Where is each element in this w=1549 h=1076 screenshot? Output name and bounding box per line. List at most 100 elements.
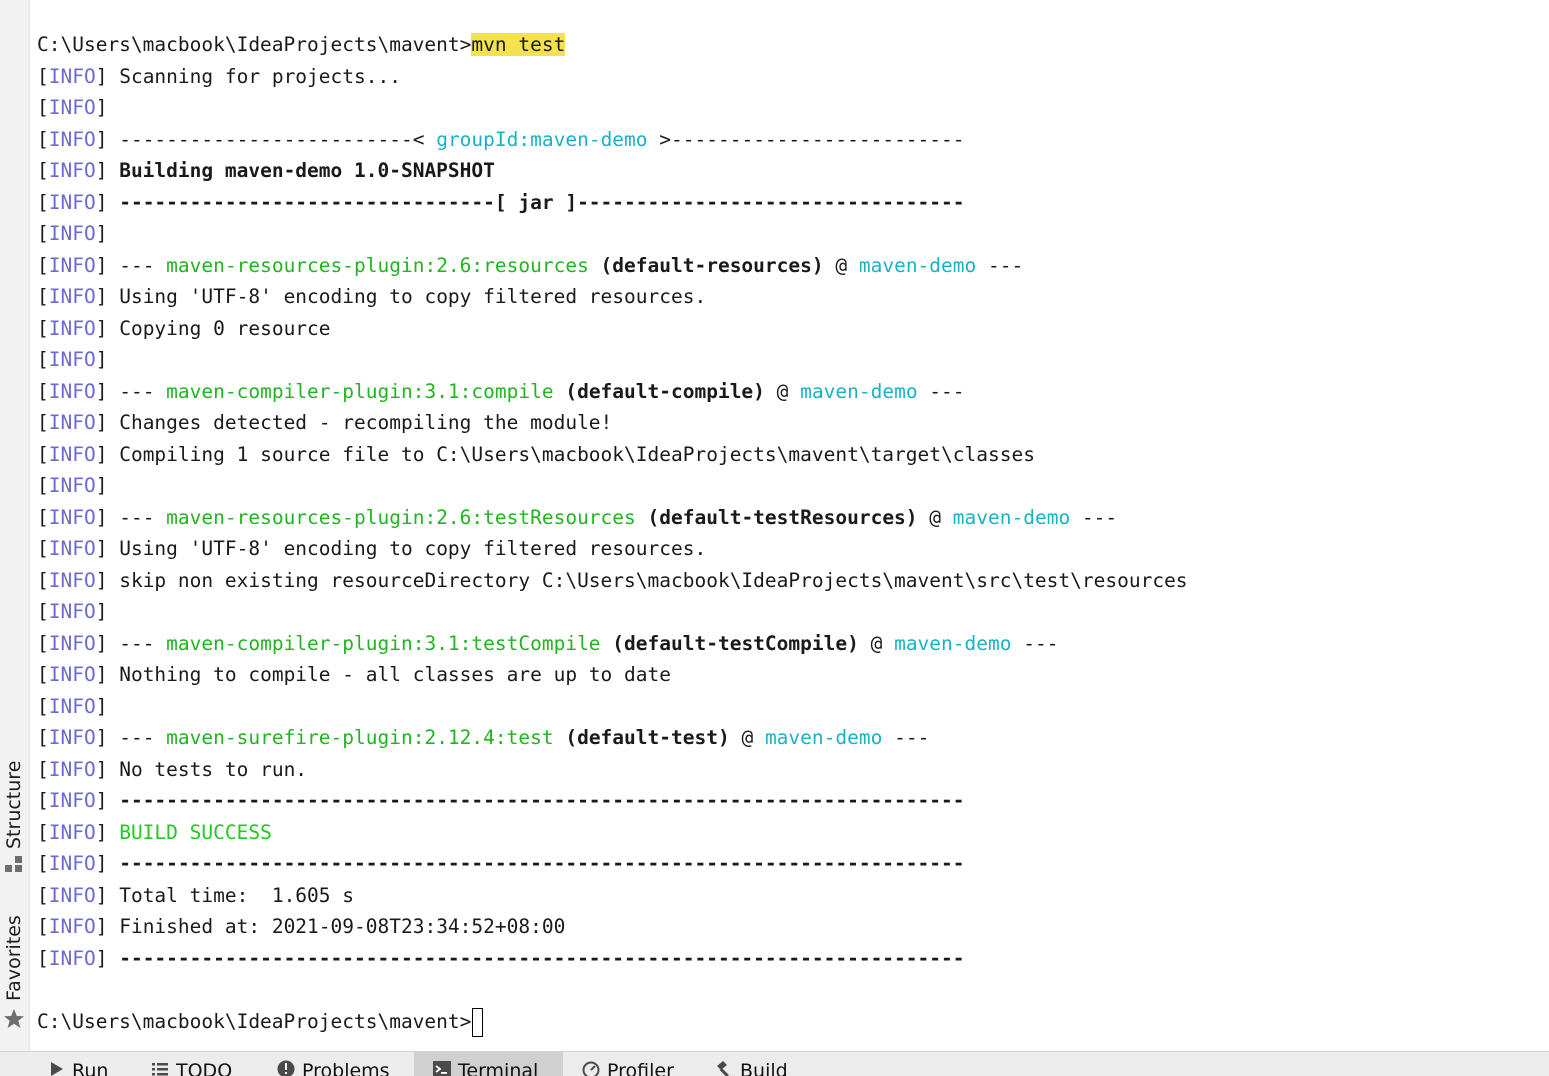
tab-terminal-label: Terminal xyxy=(458,1052,538,1076)
building-text: Building maven-demo 1.0-SNAPSHOT xyxy=(119,159,495,182)
log-text: Using 'UTF-8' encoding to copy filtered … xyxy=(107,537,706,560)
terminal-output[interactable]: C:\Users\macbook\IdeaProjects\mavent>mvn… xyxy=(37,29,1549,1037)
favorites-tab[interactable]: Favorites xyxy=(0,913,29,1038)
info-tag: INFO xyxy=(49,758,96,781)
log-text: skip non existing resourceDirectory C:\U… xyxy=(107,569,1187,592)
info-tag: INFO xyxy=(49,128,96,151)
info-tag: INFO xyxy=(49,821,96,844)
goal-text: (default-resources) xyxy=(589,254,824,277)
info-tag: INFO xyxy=(49,159,96,182)
log-text: Changes detected - recompiling the modul… xyxy=(107,411,612,434)
group-id-text: groupId:maven-demo xyxy=(436,128,647,151)
prompt-line[interactable]: C:\Users\macbook\IdeaProjects\mavent> xyxy=(37,1006,1549,1038)
log-line: [INFO] ---------------------------------… xyxy=(37,943,1549,975)
info-tag: INFO xyxy=(49,222,96,245)
info-tag: INFO xyxy=(49,411,96,434)
text-cursor xyxy=(472,1008,483,1037)
info-tag: INFO xyxy=(49,65,96,88)
log-line: [INFO] Finished at: 2021-09-08T23:34:52+… xyxy=(37,911,1549,943)
log-text: --- xyxy=(1070,506,1117,529)
todo-icon xyxy=(150,1059,170,1076)
plugin-text: maven-resources-plugin:2.6:resources xyxy=(166,254,589,277)
log-text: @ xyxy=(918,506,953,529)
command-text: mvn test xyxy=(471,33,565,56)
prompt-text: C:\Users\macbook\IdeaProjects\mavent> xyxy=(37,33,471,56)
log-text: -------------------------< xyxy=(107,128,436,151)
tab-build[interactable]: Build xyxy=(714,1052,788,1076)
info-tag: INFO xyxy=(49,884,96,907)
log-line: [INFO] --- maven-compiler-plugin:3.1:com… xyxy=(37,376,1549,408)
info-tag: INFO xyxy=(49,348,96,371)
info-tag: INFO xyxy=(49,474,96,497)
plugin-text: maven-compiler-plugin:3.1:compile xyxy=(166,380,553,403)
log-line: [INFO] Total time: 1.605 s xyxy=(37,880,1549,912)
tab-problems-label: Problems xyxy=(302,1052,390,1076)
log-text: Scanning for projects... xyxy=(107,65,401,88)
goal-text: (default-test) xyxy=(554,726,730,749)
info-tag: INFO xyxy=(49,915,96,938)
bottom-tool-bar: Run TODO Problems Terminal Profiler Buil… xyxy=(0,1051,1549,1076)
log-text: >------------------------- xyxy=(648,128,965,151)
log-text: @ xyxy=(730,726,765,749)
info-tag: INFO xyxy=(49,537,96,560)
structure-tab-label: Structure xyxy=(0,760,29,850)
plugin-text: maven-surefire-plugin:2.12.4:test xyxy=(166,726,553,749)
favorites-tab-label: Favorites xyxy=(0,913,29,1003)
build-icon xyxy=(714,1059,734,1076)
tab-profiler[interactable]: Profiler xyxy=(581,1052,674,1076)
command-line: C:\Users\macbook\IdeaProjects\mavent>mvn… xyxy=(37,29,1549,61)
terminal-icon xyxy=(432,1059,452,1076)
info-tag: INFO xyxy=(49,695,96,718)
log-line: [INFO] No tests to run. xyxy=(37,754,1549,786)
goal-text: (default-compile) xyxy=(554,380,765,403)
log-line: [INFO] Using 'UTF-8' encoding to copy fi… xyxy=(37,533,1549,565)
log-line: [INFO] xyxy=(37,470,1549,502)
tab-run[interactable]: Run xyxy=(46,1052,108,1076)
info-tag: INFO xyxy=(49,443,96,466)
info-tag: INFO xyxy=(49,789,96,812)
tab-terminal[interactable]: Terminal xyxy=(414,1052,563,1076)
tab-todo-label: TODO xyxy=(176,1052,232,1076)
structure-tab[interactable]: Structure xyxy=(0,760,29,880)
log-text: --- xyxy=(107,506,166,529)
log-text: --- xyxy=(107,726,166,749)
tab-todo[interactable]: TODO xyxy=(150,1052,232,1076)
log-line: [INFO] --------------------------------[… xyxy=(37,187,1549,219)
log-text: @ xyxy=(859,632,894,655)
log-text: --- xyxy=(107,380,166,403)
log-text: --- xyxy=(976,254,1023,277)
log-line: [INFO] --- maven-compiler-plugin:3.1:tes… xyxy=(37,628,1549,660)
module-text: maven-demo xyxy=(859,254,976,277)
log-line: [INFO] Scanning for projects... xyxy=(37,61,1549,93)
info-tag: INFO xyxy=(49,285,96,308)
tab-problems[interactable]: Problems xyxy=(276,1052,390,1076)
separator-text: ----------------------------------------… xyxy=(107,789,964,812)
info-tag: INFO xyxy=(49,569,96,592)
module-text: maven-demo xyxy=(800,380,917,403)
log-line: [INFO] --- maven-resources-plugin:2.6:te… xyxy=(37,502,1549,534)
info-tag: INFO xyxy=(49,600,96,623)
log-line: [INFO] skip non existing resourceDirecto… xyxy=(37,565,1549,597)
log-text: No tests to run. xyxy=(107,758,307,781)
profiler-icon xyxy=(581,1059,601,1076)
log-line: [INFO] Building maven-demo 1.0-SNAPSHOT xyxy=(37,155,1549,187)
module-text: maven-demo xyxy=(765,726,882,749)
info-tag: INFO xyxy=(49,380,96,403)
build-success-text: BUILD SUCCESS xyxy=(119,821,272,844)
tab-build-label: Build xyxy=(740,1052,788,1076)
log-text: @ xyxy=(765,380,800,403)
info-tag: INFO xyxy=(49,852,96,875)
module-text: maven-demo xyxy=(894,632,1011,655)
log-line: [INFO] Nothing to compile - all classes … xyxy=(37,659,1549,691)
info-tag: INFO xyxy=(49,506,96,529)
log-line: [INFO] --- maven-surefire-plugin:2.12.4:… xyxy=(37,722,1549,754)
log-line: [INFO] Copying 0 resource xyxy=(37,313,1549,345)
log-text: Compiling 1 source file to C:\Users\macb… xyxy=(107,443,1034,466)
log-text: --- xyxy=(107,254,166,277)
problems-icon xyxy=(276,1059,296,1076)
separator-text: ----------------------------------------… xyxy=(107,852,964,875)
run-icon xyxy=(46,1059,66,1076)
info-tag: INFO xyxy=(49,317,96,340)
log-line: [INFO] Changes detected - recompiling th… xyxy=(37,407,1549,439)
log-line: [INFO] xyxy=(37,691,1549,723)
